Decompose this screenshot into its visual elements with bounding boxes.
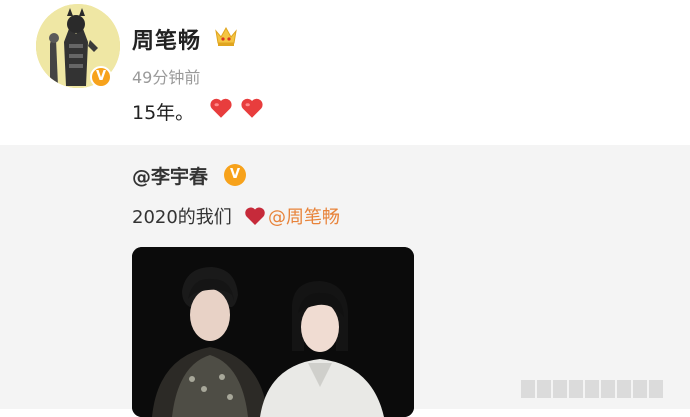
post-time: 49分钟前 — [132, 68, 201, 87]
repost-username[interactable]: @李宇春 — [132, 162, 208, 189]
heart-icon — [210, 98, 232, 118]
post-header: V 周笔畅 49分钟前 15年。 — [0, 0, 690, 145]
verified-badge-icon: V — [90, 66, 112, 88]
photo-image — [132, 247, 414, 417]
verified-badge-icon: V — [224, 164, 246, 186]
crown-icon — [215, 26, 237, 46]
post-hearts — [208, 95, 265, 121]
repost-text: 2020的我们 — [132, 207, 232, 228]
heart-icon — [241, 98, 263, 118]
post-username[interactable]: 周笔畅 — [132, 23, 201, 55]
repost-photo[interactable] — [132, 247, 414, 417]
mention-link[interactable]: @周笔畅 — [268, 203, 340, 229]
repost-card[interactable]: @李宇春 V 2020的我们 @周笔畅 — [0, 145, 690, 417]
heart-icon — [245, 207, 265, 225]
watermark — [521, 380, 683, 402]
post-text: 15年。 — [132, 102, 195, 124]
